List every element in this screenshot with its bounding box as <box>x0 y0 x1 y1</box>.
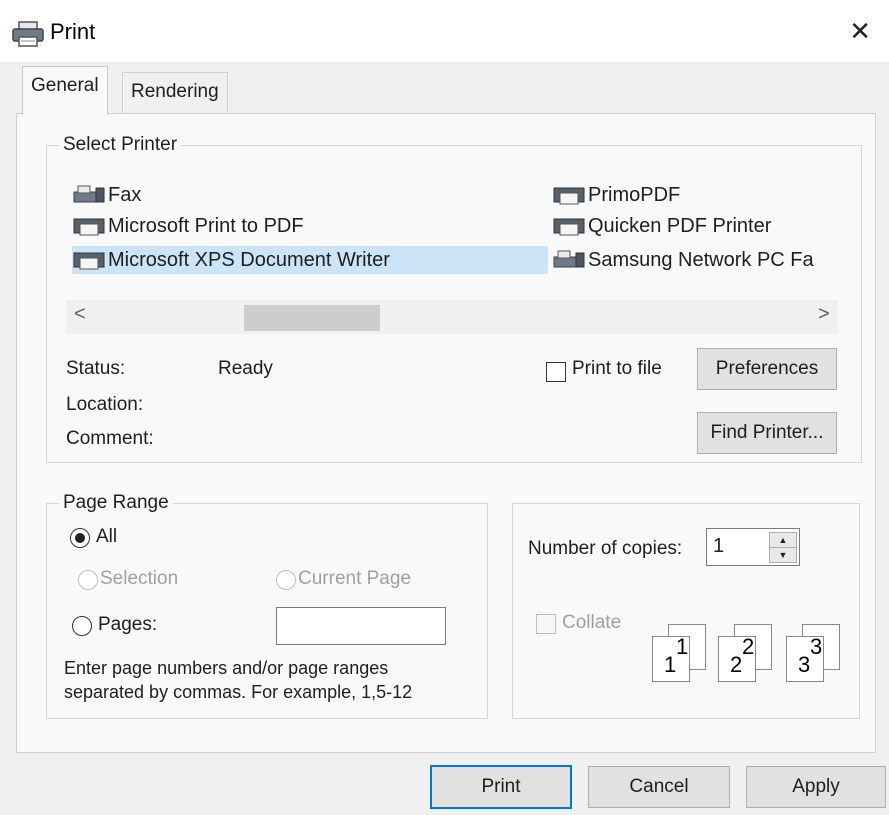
status-label: Status: <box>66 358 126 379</box>
fax-printer-icon <box>553 250 585 268</box>
radio-selection[interactable] <box>78 570 98 590</box>
title-bar: Print ✕ <box>0 0 889 62</box>
printer-label: Fax <box>108 184 142 206</box>
collate-page-back-number: 3 <box>810 634 823 659</box>
spin-up-arrow[interactable]: ▲ <box>769 532 797 548</box>
printer-item-fax[interactable]: Fax <box>72 181 141 209</box>
radio-all-label: All <box>96 526 118 547</box>
scroll-left-arrow[interactable]: < <box>74 303 86 326</box>
printer-label: PrimoPDF <box>588 184 681 206</box>
collate-page-1-icon: 1 1 <box>652 624 706 682</box>
collate-page-front-number: 2 <box>730 652 743 677</box>
select-printer-group-label: Select Printer <box>59 134 182 156</box>
pages-input[interactable] <box>276 607 446 645</box>
radio-pages[interactable] <box>72 616 92 636</box>
printer-list-scrollbar[interactable]: < > <box>66 300 838 334</box>
collate-checkbox[interactable] <box>536 614 556 634</box>
spin-down-arrow[interactable]: ▼ <box>769 547 797 563</box>
collate-page-3-icon: 3 3 <box>786 624 840 682</box>
printer-item-samsung-network-pc-fax[interactable]: Samsung Network PC Fa <box>552 246 814 274</box>
printer-item-primopdf[interactable]: PrimoPDF <box>552 181 680 209</box>
collate-label: Collate <box>562 612 622 633</box>
print-to-file-checkbox[interactable] <box>546 362 566 382</box>
radio-current-page-label: Current Page <box>298 568 412 589</box>
printer-item-microsoft-print-to-pdf[interactable]: Microsoft Print to PDF <box>72 212 304 240</box>
page-range-help-line2: separated by commas. For example, 1,5-12 <box>64 682 413 702</box>
printer-icon <box>73 218 105 236</box>
page-range-group-label: Page Range <box>59 492 173 514</box>
collate-page-back-number: 1 <box>676 634 689 659</box>
printer-icon <box>12 21 44 47</box>
copies-group <box>512 503 860 719</box>
printer-icon <box>553 187 585 205</box>
printer-label: Microsoft Print to PDF <box>108 215 304 237</box>
scroll-right-arrow[interactable]: > <box>818 303 830 326</box>
printer-item-microsoft-xps-document-writer[interactable]: Microsoft XPS Document Writer <box>72 246 548 274</box>
copies-spinner[interactable]: 1 ▲ ▼ <box>706 528 800 566</box>
collate-page-front-number: 3 <box>798 652 811 677</box>
printer-icon <box>73 252 105 270</box>
collate-page-back-number: 2 <box>742 634 755 659</box>
radio-current-page[interactable] <box>276 570 296 590</box>
scroll-thumb[interactable] <box>244 305 380 331</box>
tab-rendering[interactable]: Rendering <box>122 72 228 113</box>
radio-selection-label: Selection <box>100 568 179 589</box>
window-title: Print <box>50 19 96 44</box>
page-range-help-line1: Enter page numbers and/or page ranges <box>64 658 389 678</box>
status-value: Ready <box>218 358 273 379</box>
printer-icon <box>553 218 585 236</box>
printer-label: Samsung Network PC Fa <box>588 249 814 271</box>
print-to-file-label: Print to file <box>572 358 662 379</box>
copies-value: 1 <box>713 535 725 557</box>
find-printer-button[interactable]: Find Printer... <box>697 412 837 454</box>
printer-label: Microsoft XPS Document Writer <box>108 249 390 271</box>
collate-page-2-icon: 2 2 <box>718 624 772 682</box>
close-button[interactable]: ✕ <box>849 16 871 46</box>
collate-page-front-number: 1 <box>664 652 677 677</box>
preferences-button[interactable]: Preferences <box>697 348 837 390</box>
cancel-button[interactable]: Cancel <box>588 766 730 808</box>
tab-general[interactable]: General <box>22 66 108 115</box>
printer-label: Quicken PDF Printer <box>588 215 772 237</box>
location-label: Location: <box>66 394 144 415</box>
print-dialog: Print ✕ General Rendering Select Printer… <box>0 0 889 815</box>
radio-all[interactable] <box>70 528 90 548</box>
comment-label: Comment: <box>66 428 154 449</box>
number-of-copies-label: Number of copies: <box>528 538 683 559</box>
printer-item-quicken-pdf-printer[interactable]: Quicken PDF Printer <box>552 212 771 240</box>
fax-printer-icon <box>73 185 105 203</box>
apply-button[interactable]: Apply <box>746 766 886 808</box>
print-button[interactable]: Print <box>430 765 572 809</box>
radio-pages-label: Pages: <box>98 614 158 635</box>
